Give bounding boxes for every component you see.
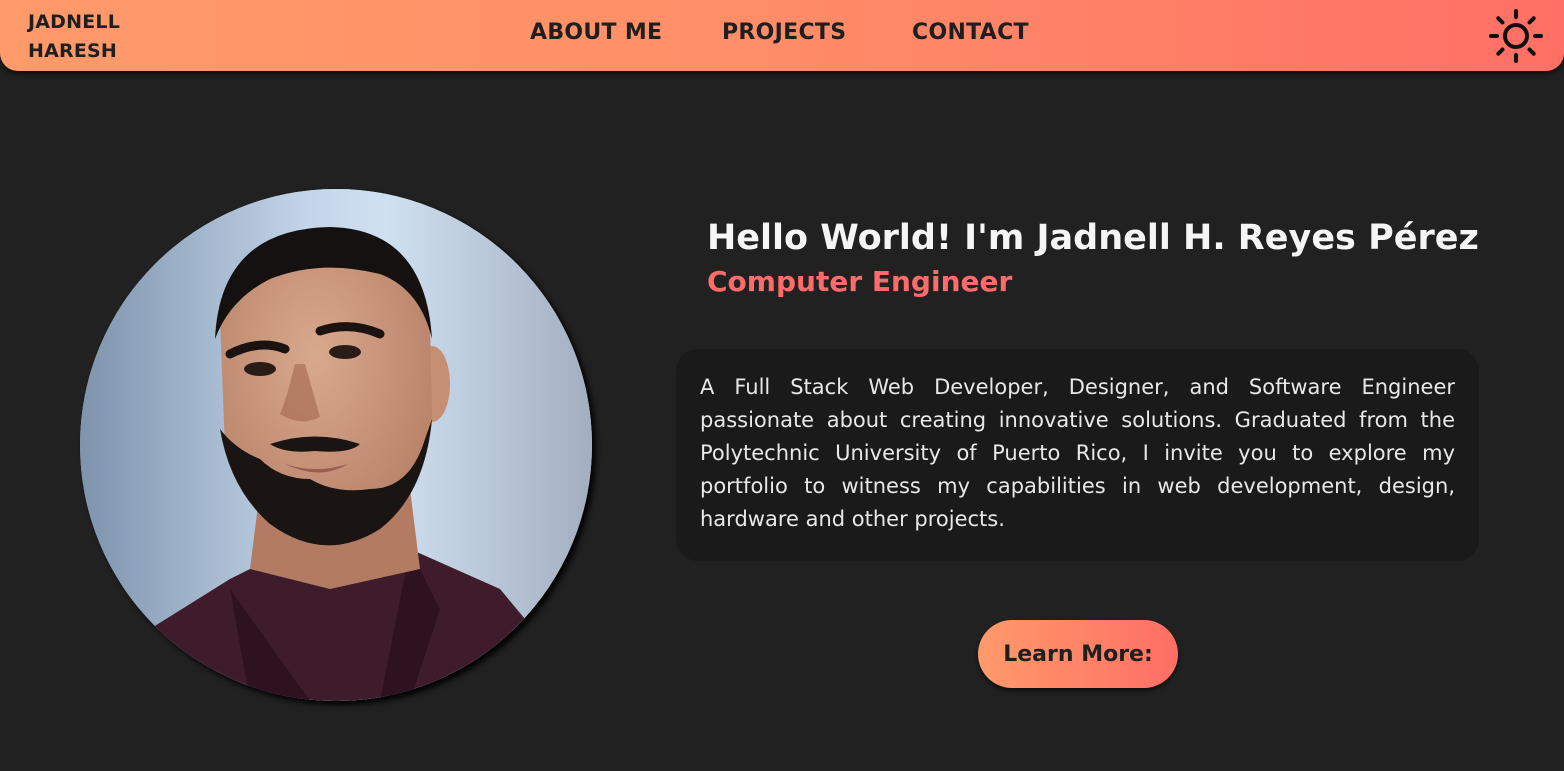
bio-text: A Full Stack Web Developer, Designer, an… <box>700 375 1455 531</box>
hero-greeting: Hello World! I'm Jadnell H. Reyes Pérez <box>707 218 1479 258</box>
sun-icon <box>1489 9 1543 63</box>
bio-card: A Full Stack Web Developer, Designer, an… <box>676 349 1479 561</box>
hero-role: Computer Engineer <box>707 265 1013 298</box>
nav-link-about-me[interactable]: ABOUT ME <box>530 20 690 45</box>
brand-logo[interactable]: JADNELL HARESH <box>28 8 188 66</box>
navbar: JADNELL HARESH ABOUT ME PROJECTS CONTACT <box>0 0 1564 71</box>
theme-toggle-button[interactable] <box>1488 8 1544 64</box>
learn-more-button[interactable]: Learn More: <box>978 620 1178 688</box>
nav-link-contact[interactable]: CONTACT <box>912 20 1072 45</box>
profile-photo <box>80 189 592 701</box>
brand-line-1: JADNELL <box>28 11 121 33</box>
hero-heading-block: Hello World! I'm Jadnell H. Reyes Pérez … <box>707 215 1507 303</box>
brand-line-2: HARESH <box>28 40 118 62</box>
portrait-illustration <box>80 189 592 701</box>
nav-link-projects[interactable]: PROJECTS <box>722 20 882 45</box>
